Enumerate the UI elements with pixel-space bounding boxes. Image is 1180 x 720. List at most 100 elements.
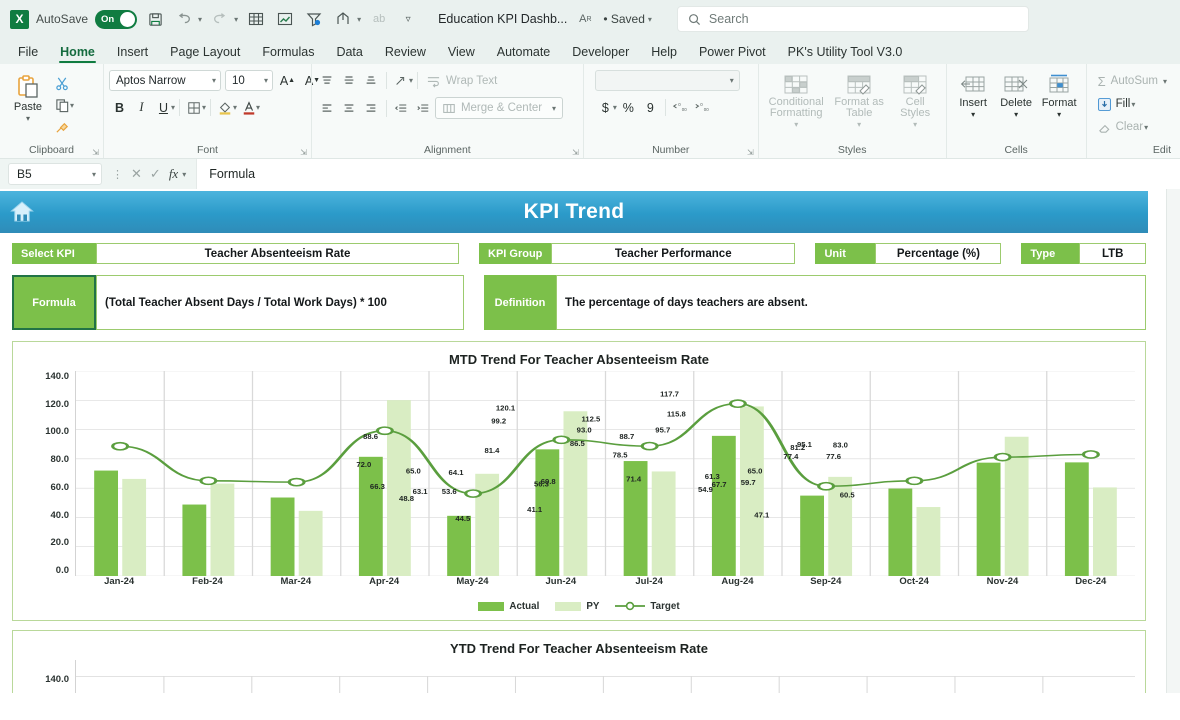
merge-center-button[interactable]: Merge & Center ▾ <box>434 97 563 119</box>
format-cells-button[interactable]: Format ▾ <box>1038 70 1081 119</box>
borders-chevron-icon[interactable]: ▾ <box>202 103 206 112</box>
align-top-button[interactable] <box>317 70 338 91</box>
chart-icon[interactable] <box>274 8 296 30</box>
align-middle-button[interactable] <box>339 70 360 91</box>
autosum-chevron-icon[interactable]: ▾ <box>1163 77 1167 86</box>
format-as-table-button[interactable]: Format as Table ▾ <box>830 70 888 129</box>
insert-chevron-icon[interactable]: ▾ <box>971 110 975 119</box>
align-center-button[interactable] <box>339 98 360 119</box>
tab-file[interactable]: File <box>8 43 48 64</box>
clipboard-dialog-launcher[interactable]: ⇲ <box>92 148 99 157</box>
ytd-chart-card[interactable]: YTD Trend For Teacher Absenteeism Rate 1… <box>12 630 1146 693</box>
percent-button[interactable]: % <box>618 97 639 118</box>
cut-button[interactable] <box>51 73 73 94</box>
bold-button[interactable]: B <box>109 97 130 118</box>
vertical-scrollbar[interactable] <box>1166 189 1180 693</box>
delete-chevron-icon[interactable]: ▾ <box>1014 110 1018 119</box>
undo-icon[interactable] <box>173 8 195 30</box>
conditional-formatting-chevron-icon[interactable]: ▾ <box>794 120 798 129</box>
spelling-icon[interactable]: ab <box>368 8 390 30</box>
orientation-chevron-icon[interactable]: ▾ <box>409 76 413 85</box>
font-name-chevron-icon[interactable]: ▾ <box>212 76 216 85</box>
cell-styles-button[interactable]: Cell Styles ▾ <box>891 70 939 129</box>
copy-chevron-icon[interactable]: ▾ <box>70 101 74 110</box>
saved-chevron-icon[interactable]: ▾ <box>648 15 652 24</box>
fx-icon[interactable]: fx <box>169 166 178 182</box>
decrease-decimal-button[interactable]: 0 00 <box>692 97 713 118</box>
underline-chevron-icon[interactable]: ▾ <box>171 103 175 112</box>
tab-insert[interactable]: Insert <box>107 43 158 64</box>
tab-developer[interactable]: Developer <box>562 43 639 64</box>
increase-indent-button[interactable] <box>413 98 434 119</box>
tab-automate[interactable]: Automate <box>487 43 561 64</box>
decrease-indent-button[interactable] <box>391 98 412 119</box>
font-size-input[interactable]: 10 ▾ <box>224 70 273 91</box>
insert-cells-button[interactable]: Insert ▾ <box>952 70 995 119</box>
tab-help[interactable]: Help <box>641 43 687 64</box>
redo-chevron-icon[interactable]: ▾ <box>234 15 238 24</box>
search-input[interactable]: Search <box>676 6 1029 32</box>
tab-formulas[interactable]: Formulas <box>252 43 324 64</box>
tab-review[interactable]: Review <box>375 43 436 64</box>
paste-button[interactable]: Paste ▾ <box>5 70 51 123</box>
select-kpi-value[interactable]: Teacher Absenteeism Rate <box>96 243 459 264</box>
italic-button[interactable]: I <box>131 97 152 118</box>
delete-cells-button[interactable]: Delete ▾ <box>995 70 1038 119</box>
currency-chevron-icon[interactable]: ▾ <box>613 103 617 112</box>
check-icon[interactable]: ✓ <box>150 166 161 182</box>
font-dialog-launcher[interactable]: ⇲ <box>300 148 307 157</box>
select-kpi-chip[interactable]: Select KPI Teacher Absenteeism Rate <box>12 243 459 264</box>
autosave-toggle[interactable]: On <box>95 9 138 29</box>
grow-font-button[interactable]: A ▲ <box>277 70 298 91</box>
table-icon[interactable] <box>245 8 267 30</box>
clear-chevron-icon[interactable]: ▾ <box>1144 123 1148 132</box>
mtd-chart-card[interactable]: MTD Trend For Teacher Absenteeism Rate 1… <box>12 341 1146 621</box>
legend-actual[interactable]: Actual <box>478 601 539 612</box>
tab-power-pivot[interactable]: Power Pivot <box>689 43 776 64</box>
fill-chevron-icon[interactable]: ▾ <box>1131 100 1135 109</box>
undo-chevron-icon[interactable]: ▾ <box>198 15 202 24</box>
fill-color-chevron-icon[interactable]: ▾ <box>233 103 237 112</box>
align-right-button[interactable] <box>361 98 382 119</box>
tab-pk-utility-tool[interactable]: PK's Utility Tool V3.0 <box>778 43 913 64</box>
format-chevron-icon[interactable]: ▾ <box>1057 110 1061 119</box>
format-painter-button[interactable] <box>51 117 73 138</box>
formula-chevron-icon[interactable]: ▾ <box>182 170 186 179</box>
comma-button[interactable]: 9 <box>640 97 661 118</box>
font-name-input[interactable]: Aptos Narrow ▾ <box>108 70 221 91</box>
font-size-chevron-icon[interactable]: ▾ <box>264 76 268 85</box>
merge-chevron-icon[interactable]: ▾ <box>552 104 556 113</box>
legend-py[interactable]: PY <box>555 601 599 612</box>
paste-chevron-icon[interactable]: ▾ <box>26 114 30 123</box>
formula-cell-label[interactable]: Formula <box>12 275 96 330</box>
align-left-button[interactable] <box>317 98 338 119</box>
document-title[interactable]: Education KPI Dashb... <box>438 12 567 26</box>
tab-page-layout[interactable]: Page Layout <box>160 43 250 64</box>
increase-decimal-button[interactable]: 0 00 <box>670 97 691 118</box>
filter-icon[interactable] <box>303 8 325 30</box>
cell-styles-chevron-icon[interactable]: ▾ <box>913 120 917 129</box>
wrap-text-button[interactable]: Wrap Text <box>422 72 501 90</box>
name-box[interactable]: B5 ▾ <box>8 163 102 185</box>
number-format-chevron-icon[interactable]: ▾ <box>730 76 734 85</box>
share-icon[interactable] <box>332 8 354 30</box>
more-commands-icon[interactable]: ▿ <box>397 8 419 30</box>
format-as-table-chevron-icon[interactable]: ▾ <box>857 120 861 129</box>
legend-target[interactable]: Target <box>615 601 680 612</box>
number-dialog-launcher[interactable]: ⇲ <box>747 148 754 157</box>
name-box-chevron-icon[interactable]: ▾ <box>92 170 96 179</box>
tab-data[interactable]: Data <box>326 43 372 64</box>
redo-icon[interactable] <box>209 8 231 30</box>
clear-button[interactable]: Clear ▾ <box>1098 116 1175 138</box>
tab-view[interactable]: View <box>438 43 485 64</box>
share-chevron-icon[interactable]: ▾ <box>357 15 361 24</box>
name-box-options-icon[interactable]: ⋮ <box>112 168 123 181</box>
font-color-chevron-icon[interactable]: ▾ <box>256 103 260 112</box>
save-icon[interactable] <box>144 8 166 30</box>
saved-status[interactable]: • Saved <box>603 12 645 26</box>
fill-button[interactable]: Fill ▾ <box>1097 93 1175 115</box>
align-bottom-button[interactable] <box>361 70 382 91</box>
conditional-formatting-button[interactable]: Conditional Formatting ▾ <box>765 70 827 129</box>
cancel-icon[interactable]: ✕ <box>131 166 142 182</box>
autosum-button[interactable]: Σ AutoSum ▾ <box>1098 70 1175 92</box>
